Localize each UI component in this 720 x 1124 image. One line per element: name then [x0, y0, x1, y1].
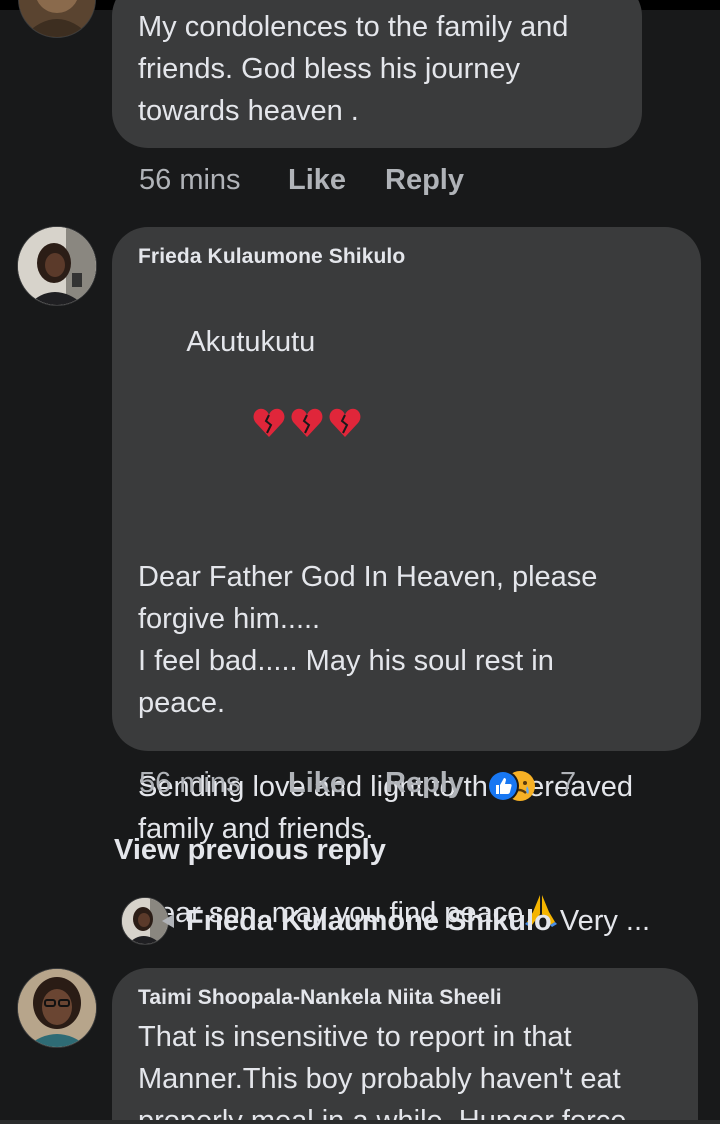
- bottom-edge: [0, 1120, 720, 1124]
- reaction-count[interactable]: 7: [560, 767, 576, 800]
- comment-time[interactable]: 56 mins: [139, 767, 241, 800]
- like-button[interactable]: Like: [288, 767, 346, 800]
- comments-thread: My condolences to the family and friends…: [0, 0, 720, 1124]
- comment-actions: 56 mins Like Reply 7: [139, 767, 699, 807]
- avatar-image: [18, 969, 96, 1047]
- reply-arrow-icon: [162, 914, 174, 928]
- reply-preview-author[interactable]: Frieda Kulaumone Shikulo: [186, 905, 552, 937]
- comment-text: That is insensitive to report in that Ma…: [138, 1021, 627, 1124]
- broken-heart-icon: [186, 363, 366, 493]
- view-previous-reply-link[interactable]: View previous reply: [114, 834, 386, 867]
- comment-text-first: Akutukutu: [186, 326, 316, 358]
- avatar-image: [18, 227, 96, 305]
- comment-bubble[interactable]: Taimi Shoopala-Nankela Niita Sheeli That…: [112, 968, 698, 1124]
- comment-text-rest: Dear Father God In Heaven, please forgiv…: [138, 556, 701, 940]
- comment-text-body: Dear Father God In Heaven, please forgiv…: [138, 561, 633, 929]
- comment-actions: 56 mins Like Reply: [139, 164, 699, 204]
- reply-preview-snippet: Very ...: [559, 905, 651, 937]
- broken-hearts-icons: [253, 408, 361, 437]
- avatar[interactable]: [18, 0, 96, 38]
- reactions-summary[interactable]: [486, 769, 552, 813]
- comment-first-line: Akutukutu: [138, 279, 701, 535]
- comment-bubble[interactable]: My condolences to the family and friends…: [112, 0, 642, 148]
- reply-preview[interactable]: Frieda Kulaumone Shikulo Very ...: [186, 905, 650, 938]
- reply-button[interactable]: Reply: [385, 767, 464, 800]
- avatar-image: [19, 0, 95, 37]
- comment-author[interactable]: Frieda Kulaumone Shikulo: [138, 245, 701, 269]
- avatar[interactable]: [17, 226, 97, 306]
- reply-button[interactable]: Reply: [385, 164, 464, 197]
- comment-author[interactable]: Taimi Shoopala-Nankela Niita Sheeli: [138, 986, 698, 1010]
- comment-bubble[interactable]: Frieda Kulaumone Shikulo Akutukutu Dear …: [112, 227, 701, 929]
- like-button[interactable]: Like: [288, 164, 346, 197]
- reaction-icons: [487, 770, 535, 802]
- comment-time[interactable]: 56 mins: [139, 164, 241, 197]
- comment-text: My condolences to the family and friends…: [138, 11, 569, 127]
- avatar[interactable]: [17, 968, 97, 1048]
